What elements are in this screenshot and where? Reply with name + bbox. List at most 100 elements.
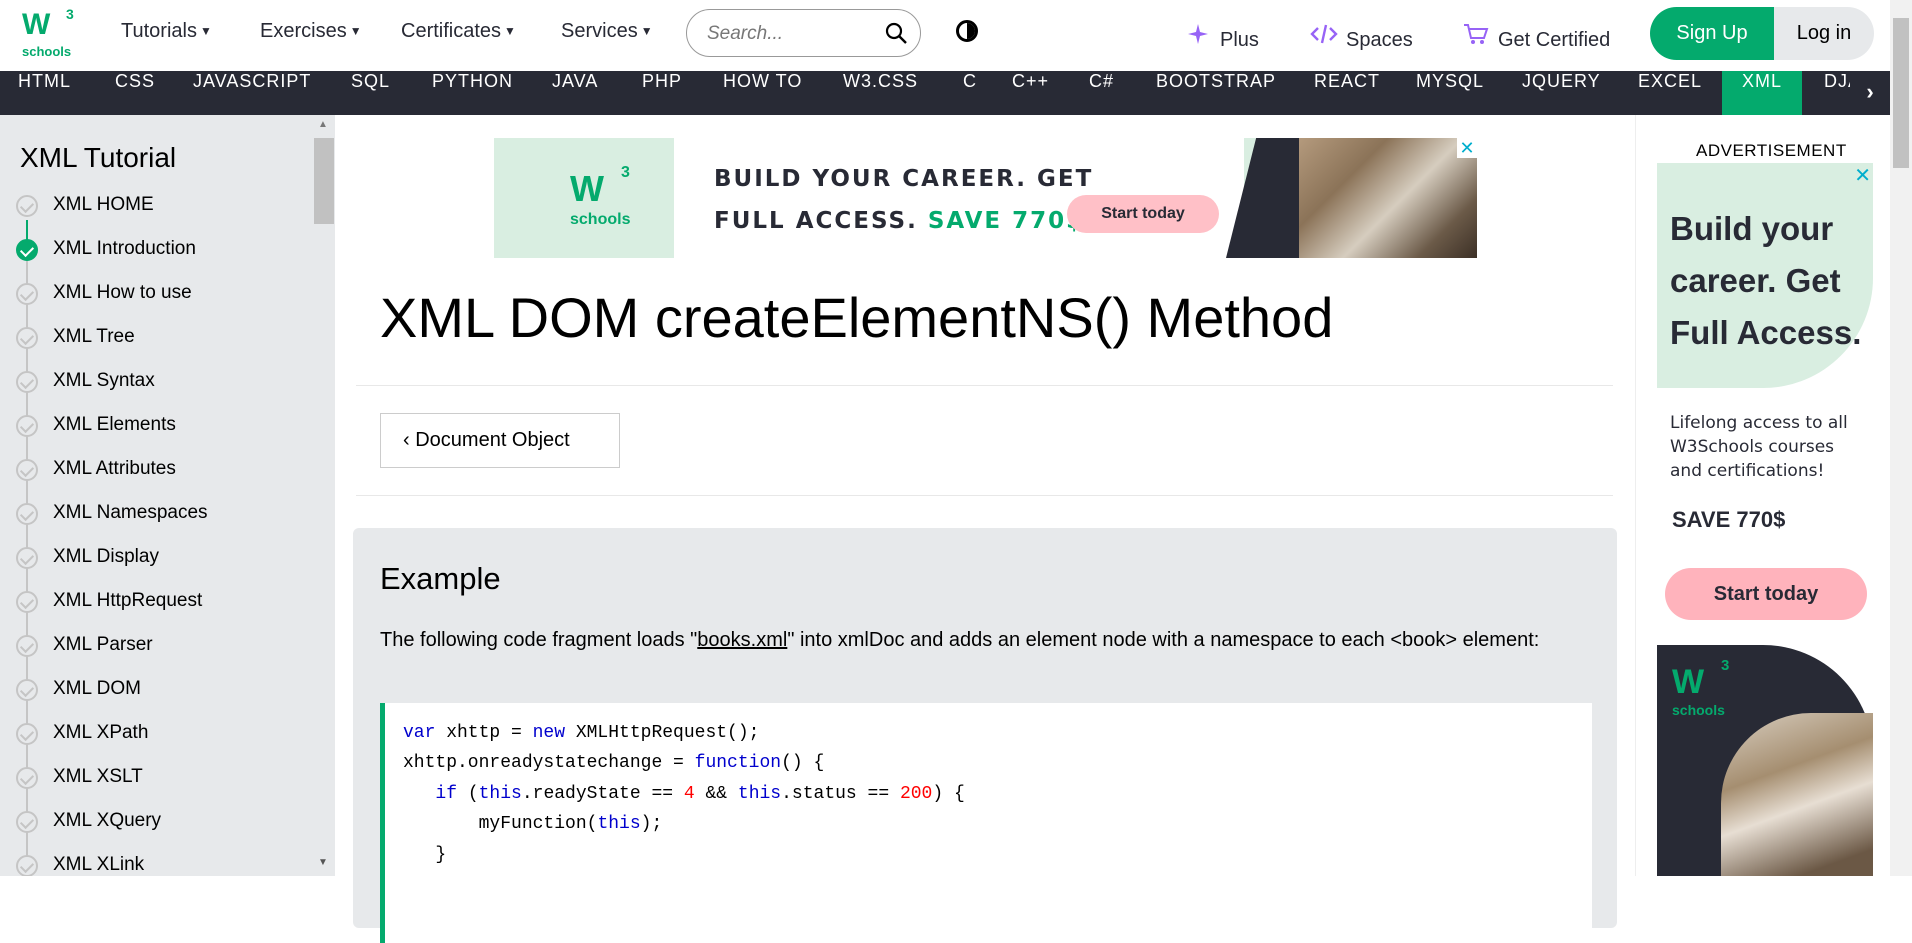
code-line: myFunction(this); — [403, 814, 663, 835]
side-ad-start-button[interactable]: Start today — [1665, 568, 1867, 620]
log-in-button[interactable]: Log in — [1774, 7, 1874, 60]
code-line: if (this.readyState == 4 && this.status … — [435, 783, 965, 804]
progress-check-icon — [16, 415, 38, 437]
subnav-c[interactable]: C — [945, 71, 995, 115]
subnav-w3css[interactable]: W3.CSS — [825, 71, 936, 115]
banner-ad[interactable]: W 3 schools BUILD YOUR CAREER. GET FULL … — [494, 138, 1477, 258]
tutorial-sidebar: XML Tutorial XML HOME XML Introduction X… — [0, 115, 335, 876]
progress-check-icon — [16, 547, 38, 569]
sidebar-item-xml-attributes[interactable]: XML Attributes — [53, 458, 176, 480]
caret-down-icon: ▼ — [504, 24, 516, 38]
search-placeholder: Search... — [707, 23, 784, 44]
progress-check-icon — [16, 855, 38, 876]
nav-tutorials-label: Tutorials — [121, 20, 197, 42]
nav-tutorials[interactable]: Tutorials ▼ — [121, 20, 212, 43]
contrast-toggle-icon[interactable] — [956, 20, 978, 42]
subnav-bootstrap[interactable]: BOOTSTRAP — [1138, 71, 1294, 115]
subnav-excel[interactable]: EXCEL — [1620, 71, 1720, 115]
nav-services-label: Services — [561, 20, 638, 42]
sidebar-item-xml-dom[interactable]: XML DOM — [53, 678, 141, 700]
subnav-jquery[interactable]: JQUERY — [1504, 71, 1619, 115]
sidebar-item-xml-xlink[interactable]: XML XLink — [53, 854, 144, 876]
banner-ad-logo-sup: 3 — [621, 164, 630, 181]
page-scrollbar-thumb[interactable] — [1893, 18, 1909, 168]
sidebar-item-xml-introduction[interactable]: XML Introduction — [53, 238, 196, 260]
caret-down-icon: ▼ — [349, 24, 362, 38]
subnav-csharp[interactable]: C# — [1071, 71, 1132, 115]
spaces-label: Spaces — [1346, 29, 1413, 51]
subnav-css[interactable]: CSS — [97, 71, 173, 115]
banner-ad-line2-prefix: FULL ACCESS. — [714, 208, 928, 234]
w3schools-logo[interactable]: W 3 schools — [18, 6, 78, 62]
example-desc-suffix: " into xmlDoc and adds an element node w… — [787, 629, 1540, 651]
nav-certificates[interactable]: Certificates ▼ — [401, 20, 516, 43]
sidebar-item-xml-syntax[interactable]: XML Syntax — [53, 370, 155, 392]
sidebar-item-xml-httprequest[interactable]: XML HttpRequest — [53, 590, 202, 612]
progress-check-icon — [16, 591, 38, 613]
progress-check-icon — [16, 283, 38, 305]
subnav-sql[interactable]: SQL — [333, 71, 408, 115]
nav-certificates-label: Certificates — [401, 20, 502, 42]
banner-ad-logo-text: schools — [570, 211, 631, 228]
code-line: xhttp.onreadystatechange = function() { — [403, 753, 825, 774]
scroll-down-arrow-icon[interactable]: ▼ — [318, 857, 328, 868]
get-certified-link[interactable]: Get Certified — [1462, 22, 1610, 52]
back-button[interactable]: ‹ Document Object — [380, 413, 620, 468]
subnav-html[interactable]: HTML — [0, 71, 89, 115]
subnav-cpp[interactable]: C++ — [994, 71, 1067, 115]
subnav-xml[interactable]: XML — [1722, 71, 1803, 115]
banner-ad-start-button[interactable]: Start today — [1067, 195, 1219, 233]
sidebar-title: XML Tutorial — [20, 142, 177, 173]
right-ad-column: ADVERTISEMENT ✕ Build your career. Get F… — [1635, 115, 1890, 876]
sidebar-item-xml-home[interactable]: XML HOME — [53, 194, 154, 216]
code-icon — [1310, 22, 1338, 52]
sidebar-item-xml-xquery[interactable]: XML XQuery — [53, 810, 161, 832]
example-box: Example The following code fragment load… — [353, 528, 1617, 943]
scroll-up-arrow-icon[interactable]: ▲ — [318, 119, 328, 130]
sidebar-item-xml-namespaces[interactable]: XML Namespaces — [53, 502, 208, 524]
progress-check-icon — [16, 635, 38, 657]
progress-check-icon — [16, 723, 38, 745]
sidebar-item-xml-display[interactable]: XML Display — [53, 546, 159, 568]
sidebar-item-xml-elements[interactable]: XML Elements — [53, 414, 176, 436]
search-input[interactable]: Search... — [686, 9, 921, 57]
search-icon[interactable] — [884, 21, 908, 45]
sidebar-item-xml-tree[interactable]: XML Tree — [53, 326, 135, 348]
sidebar-item-xml-xpath[interactable]: XML XPath — [53, 722, 148, 744]
chevron-right-icon[interactable]: › — [1850, 71, 1890, 115]
progress-check-icon — [16, 195, 38, 217]
subnav-howto[interactable]: HOW TO — [705, 71, 820, 115]
back-button-label: Document Object — [415, 429, 570, 451]
side-ad[interactable]: ✕ Build your career. Get Full Access. Li… — [1657, 163, 1873, 876]
code-block: var xhttp = new XMLHttpRequest(); xhttp.o… — [380, 703, 1592, 943]
nav-exercises[interactable]: Exercises ▼ — [260, 20, 362, 43]
example-desc-prefix: The following code fragment loads " — [380, 629, 698, 651]
subnav-react[interactable]: REACT — [1296, 71, 1398, 115]
caret-down-icon: ▼ — [640, 24, 653, 38]
subnav-mysql[interactable]: MYSQL — [1398, 71, 1502, 115]
nav-services[interactable]: Services ▼ — [561, 20, 653, 43]
main-content: W 3 schools BUILD YOUR CAREER. GET FULL … — [335, 115, 1635, 943]
logo-text: schools — [22, 44, 72, 59]
subnav-php[interactable]: PHP — [624, 71, 700, 115]
subnav-java[interactable]: JAVA — [534, 71, 616, 115]
sidebar-item-xml-parser[interactable]: XML Parser — [53, 634, 153, 656]
page-title: XML DOM createElementNS() Method — [380, 286, 1334, 349]
plus-link[interactable]: Plus — [1184, 22, 1259, 52]
sidebar-scrollbar[interactable] — [312, 115, 335, 876]
sidebar-item-xml-xslt[interactable]: XML XSLT — [53, 766, 143, 788]
sidebar-item-xml-how-to-use[interactable]: XML How to use — [53, 282, 192, 304]
sidebar-scrollbar-thumb[interactable] — [314, 138, 334, 224]
close-icon[interactable]: ✕ — [1457, 138, 1477, 158]
subnav-python[interactable]: PYTHON — [414, 71, 531, 115]
code-line: } — [403, 844, 447, 865]
progress-check-icon — [16, 239, 38, 261]
books-xml-link[interactable]: books.xml — [697, 629, 787, 651]
spaces-link[interactable]: Spaces — [1310, 22, 1413, 52]
sign-up-button[interactable]: Sign Up — [1650, 7, 1774, 60]
side-ad-logo-mark: W — [1672, 663, 1705, 701]
subnav-javascript[interactable]: JAVASCRIPT — [175, 71, 329, 115]
banner-ad-line2: FULL ACCESS. SAVE 770$ — [714, 208, 1084, 234]
top-bar: W 3 schools Tutorials ▼ Exercises ▼ Certif… — [0, 0, 1890, 71]
close-icon[interactable]: ✕ — [1854, 163, 1871, 188]
